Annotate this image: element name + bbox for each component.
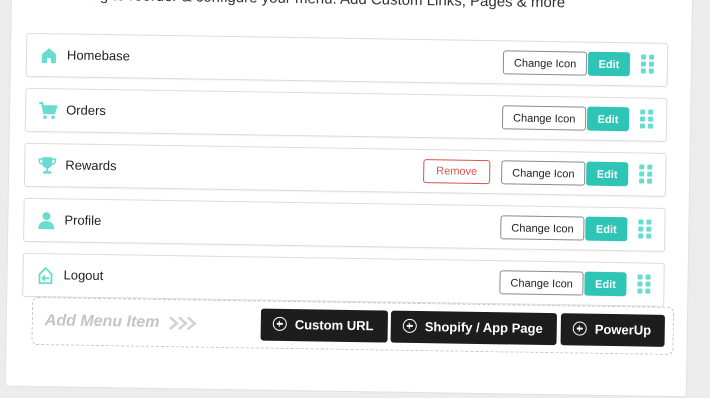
drag-handle-icon[interactable] <box>638 219 652 239</box>
edit-button[interactable]: Edit <box>585 216 628 242</box>
menu-item-label: Profile <box>64 212 102 229</box>
trophy-icon <box>38 157 57 174</box>
powerup-label: PowerUp <box>594 321 652 338</box>
custom-url-button[interactable]: Custom URL <box>260 308 388 343</box>
powerup-button[interactable]: PowerUp <box>560 313 666 347</box>
edit-button[interactable]: Edit <box>586 106 630 132</box>
custom-url-label: Custom URL <box>294 317 374 334</box>
menu-item-label: Rewards <box>65 157 117 174</box>
drag-handle-icon[interactable] <box>640 54 655 74</box>
logout-icon <box>38 266 53 285</box>
cart-icon <box>39 102 58 120</box>
plus-circle-icon <box>272 316 287 331</box>
menu-item-label: Orders <box>66 102 106 119</box>
change-icon-button[interactable]: Change Icon <box>501 105 587 131</box>
menu-item-label: Homebase <box>66 47 130 64</box>
home-icon <box>41 48 57 64</box>
add-menu-item-area: Add Menu Item Custom URL Shopify / App P… <box>31 296 675 356</box>
edit-button[interactable]: Edit <box>587 51 631 77</box>
change-icon-button[interactable]: Change Icon <box>500 215 585 241</box>
shopify-app-page-button[interactable]: Shopify / App Page <box>390 310 557 346</box>
chevrons-right-icon <box>168 316 197 331</box>
drag-handle-icon[interactable] <box>639 164 653 184</box>
drag-handle-icon[interactable] <box>639 109 654 129</box>
edit-button[interactable]: Edit <box>584 271 627 297</box>
menu-item-label: Logout <box>63 267 104 284</box>
change-icon-button[interactable]: Change Icon <box>501 160 586 186</box>
change-icon-button[interactable]: Change Icon <box>502 50 588 76</box>
change-icon-button[interactable]: Change Icon <box>499 270 585 296</box>
shopify-app-page-label: Shopify / App Page <box>424 319 543 336</box>
drag-handle-icon[interactable] <box>637 274 651 294</box>
remove-button[interactable]: Remove <box>423 159 491 185</box>
add-menu-item-label: Add Menu Item <box>44 312 160 331</box>
user-icon <box>38 212 55 230</box>
plus-circle-icon <box>402 318 417 333</box>
edit-button[interactable]: Edit <box>586 161 629 187</box>
plus-circle-icon <box>572 321 587 336</box>
